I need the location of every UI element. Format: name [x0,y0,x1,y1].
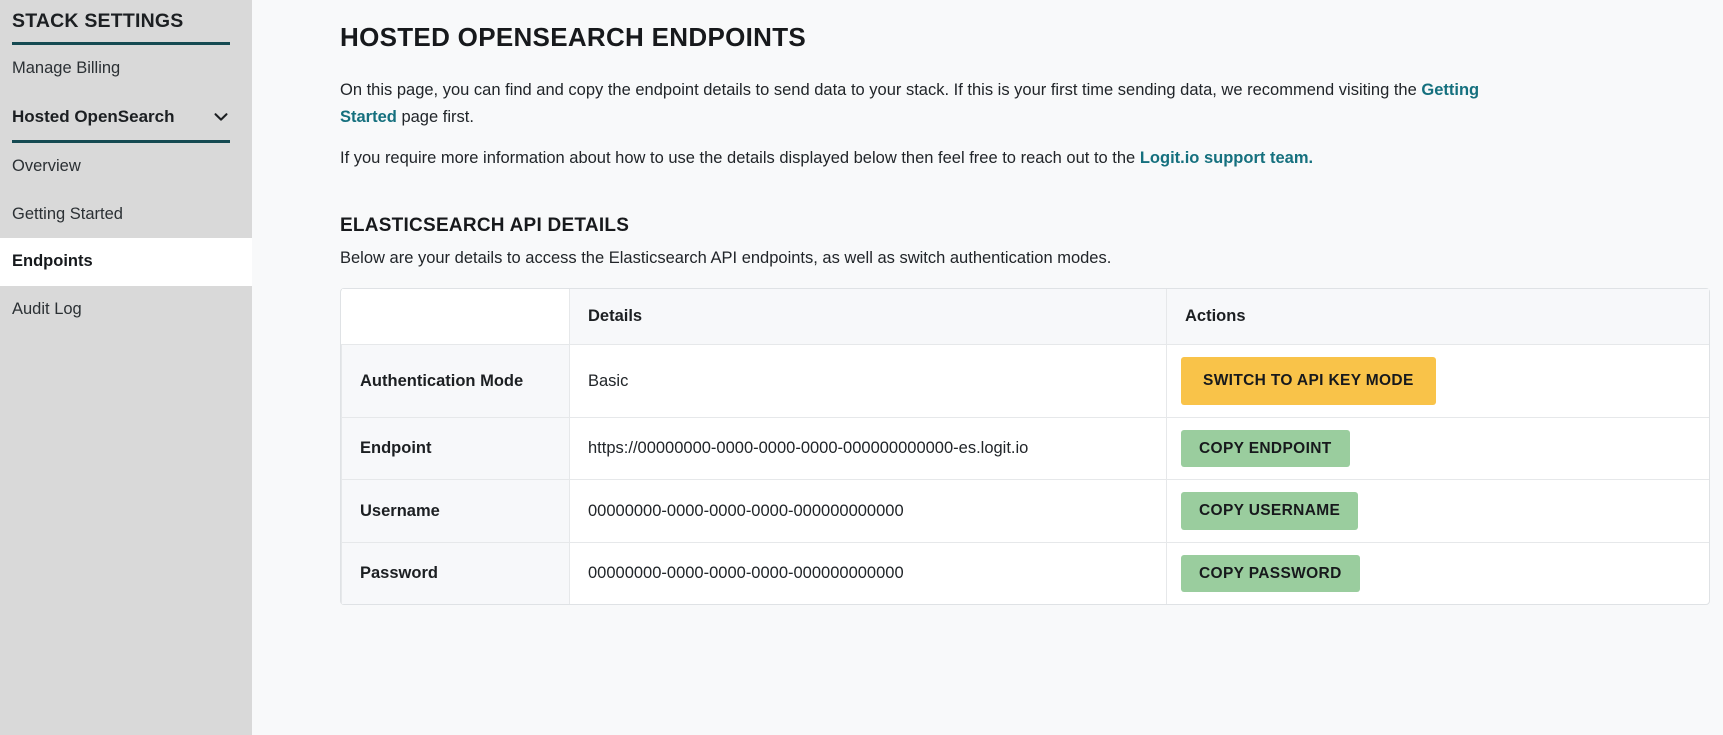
copy-password-button[interactable]: COPY PASSWORD [1181,554,1360,593]
page-title: HOSTED OPENSEARCH ENDPOINTS [340,22,807,52]
sidebar-item-label: Overview [12,156,81,175]
sidebar-item-overview[interactable]: Overview [0,143,252,191]
copy-username-button[interactable]: COPY USERNAME [1181,492,1359,530]
details-card: Details Actions Authentication Mode Basi… [340,287,1710,606]
sidebar-item-endpoints[interactable]: Endpoints [0,238,252,287]
sidebar-item-label: Audit Log [12,300,82,319]
switch-to-api-key-mode-button[interactable]: SWITCH TO API KEY MODE [1181,357,1436,405]
sidebar-section-title: STACK SETTINGS [12,10,184,32]
copy-endpoint-button[interactable]: COPY ENDPOINT [1181,429,1350,468]
table-row-password: Password 00000000-0000-0000-0000-0000000… [341,541,1709,605]
sidebar-item-label: Endpoints [12,252,93,271]
sidebar: STACK SETTINGS Manage Billing Hosted Ope… [0,0,252,735]
sidebar-group-label: Hosted OpenSearch [12,106,175,126]
sidebar-item-label: Manage Billing [12,59,121,77]
section-subtitle: Below are your details to access the Ela… [340,249,1112,268]
table-row-endpoint: Endpoint https://00000000-0000-0000-0000… [341,416,1709,480]
row-label-endpoint: Endpoint [341,416,570,480]
row-actions-password: COPY PASSWORD [1166,541,1709,605]
column-header-actions: Actions [1166,288,1709,346]
row-value-password: 00000000-0000-0000-0000-000000000000 [569,541,1167,605]
table-row-authentication-mode: Authentication Mode Basic SWITCH TO API … [341,344,1709,418]
table-body: Authentication Mode Basic SWITCH TO API … [341,344,1709,605]
section-title: ELASTICSEARCH API DETAILS [340,215,630,237]
support-team-link[interactable]: Logit.io support team. [1140,149,1313,167]
row-actions-endpoint: COPY ENDPOINT [1166,416,1709,480]
table-header-row: Details Actions [341,288,1709,346]
row-value-username: 00000000-0000-0000-0000-000000000000 [569,479,1167,543]
table-header: Details Actions [341,288,1709,346]
sidebar-item-manage-billing[interactable]: Manage Billing [0,45,252,93]
sidebar-item-audit-log[interactable]: Audit Log [0,286,252,334]
chevron-down-icon [212,108,230,126]
intro-text-1a: On this page, you can find and copy the … [340,81,1422,99]
elasticsearch-api-details-table: Details Actions Authentication Mode Basi… [341,288,1709,605]
row-label-username: Username [341,479,570,543]
row-actions-username: COPY USERNAME [1166,479,1709,543]
row-label-authentication-mode: Authentication Mode [341,344,570,418]
row-value-endpoint: https://00000000-0000-0000-0000-00000000… [569,416,1167,480]
sidebar-item-getting-started[interactable]: Getting Started [0,191,252,239]
row-actions-authentication-mode: SWITCH TO API KEY MODE [1166,344,1709,418]
sidebar-item-label: Getting Started [12,204,123,223]
table-row-username: Username 00000000-0000-0000-0000-0000000… [341,479,1709,543]
column-header-blank [341,288,570,345]
column-header-details: Details [569,288,1167,346]
main-content: HOSTED OPENSEARCH ENDPOINTS On this page… [252,0,1723,735]
row-value-authentication-mode: Basic [569,344,1167,418]
intro-text-2a: If you require more information about ho… [340,149,1140,168]
intro-text-1b: page first. [396,107,474,126]
intro-paragraph-2: If you require more information about ho… [340,145,1540,172]
intro-paragraph-1: On this page, you can find and copy the … [340,77,1540,130]
sidebar-group-hosted-opensearch[interactable]: Hosted OpenSearch [0,93,252,140]
app-root: STACK SETTINGS Manage Billing Hosted Ope… [0,0,1723,735]
row-label-password: Password [341,541,570,605]
